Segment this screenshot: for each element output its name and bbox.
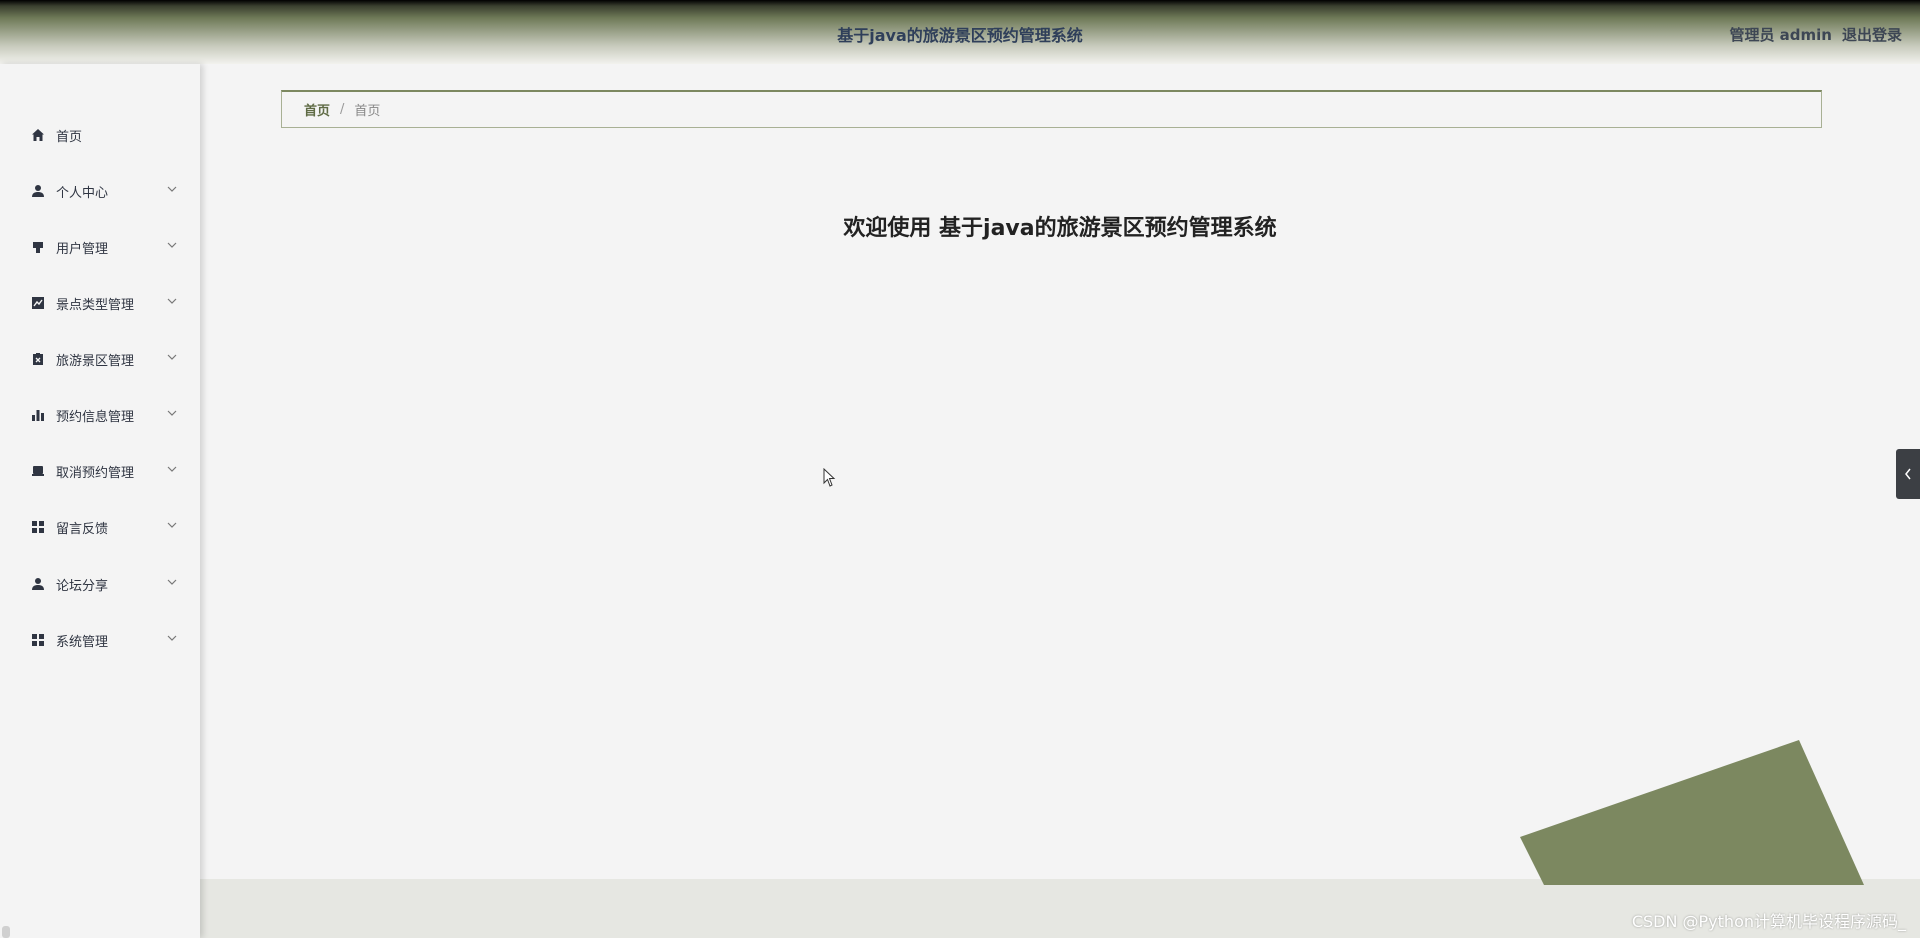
breadcrumb: 首页 / 首页 <box>281 90 1822 128</box>
chevron-down-icon <box>166 183 178 195</box>
line-chart-icon <box>30 295 46 311</box>
collapse-panel-button[interactable] <box>1896 449 1920 499</box>
bar-chart-icon <box>30 407 46 423</box>
sidebar-item-scenic-area[interactable]: 旅游景区管理 <box>0 337 200 381</box>
sidebar: 首页 个人中心 用户管理 景点类型管理 旅游景区管理 预约信息管理 取消预约管理… <box>0 64 200 938</box>
sidebar-item-system-management[interactable]: 系统管理 <box>0 618 200 662</box>
sidebar-item-reservation-info[interactable]: 预约信息管理 <box>0 393 200 437</box>
watermark-text: CSDN @Python计算机毕设程序源码_ <box>1631 912 1906 931</box>
chevron-down-icon <box>166 239 178 251</box>
user-icon <box>30 576 46 592</box>
stamp-icon <box>30 239 46 255</box>
admin-label: 管理员 admin <box>1729 26 1832 44</box>
mouse-cursor-icon <box>823 468 836 487</box>
sidebar-item-label: 论坛分享 <box>56 578 109 594</box>
grid-icon <box>30 519 46 535</box>
clipboard-x-icon <box>30 351 46 367</box>
app-title: 基于java的旅游景区预约管理系统 <box>837 26 1083 45</box>
chevron-down-icon <box>166 407 178 419</box>
sidebar-item-cancel-reservation[interactable]: 取消预约管理 <box>0 449 200 493</box>
decorative-green-shape <box>1520 740 1864 885</box>
chevron-down-icon <box>166 351 178 363</box>
chevron-down-icon <box>166 295 178 307</box>
chevron-down-icon <box>166 576 178 588</box>
sidebar-item-label: 景点类型管理 <box>56 297 135 313</box>
sidebar-item-label: 用户管理 <box>56 241 109 257</box>
sidebar-item-attraction-type[interactable]: 景点类型管理 <box>0 281 200 325</box>
breadcrumb-separator: / <box>340 102 345 117</box>
sidebar-item-label: 首页 <box>56 129 83 145</box>
sidebar-item-label: 旅游景区管理 <box>56 353 135 369</box>
laptop-icon <box>30 463 46 479</box>
chevron-down-icon <box>166 632 178 644</box>
chevron-down-icon <box>166 519 178 531</box>
sidebar-item-label: 预约信息管理 <box>56 409 135 425</box>
grid-icon <box>30 632 46 648</box>
welcome-heading: 欢迎使用 基于java的旅游景区预约管理系统 <box>843 216 1277 241</box>
chevron-left-icon <box>1904 465 1912 484</box>
sidebar-item-label: 个人中心 <box>56 185 109 201</box>
sidebar-item-label: 留言反馈 <box>56 521 109 537</box>
breadcrumb-current: 首页 <box>354 104 381 119</box>
sidebar-item-label: 系统管理 <box>56 634 109 650</box>
user-icon <box>30 183 46 199</box>
sidebar-item-feedback[interactable]: 留言反馈 <box>0 505 200 549</box>
home-icon <box>30 127 46 143</box>
breadcrumb-home-link[interactable]: 首页 <box>304 100 330 119</box>
sidebar-item-label: 取消预约管理 <box>56 465 135 481</box>
logout-link[interactable]: 退出登录 <box>1842 24 1902 45</box>
sidebar-item-personal-center[interactable]: 个人中心 <box>0 169 200 213</box>
sidebar-item-user-management[interactable]: 用户管理 <box>0 225 200 269</box>
top-header: 基于java的旅游景区预约管理系统 管理员 admin 退出登录 <box>0 0 1920 64</box>
chevron-down-icon <box>166 463 178 475</box>
scrollbar-handle[interactable] <box>2 926 10 938</box>
user-area: 管理员 admin 退出登录 <box>1729 24 1902 45</box>
sidebar-item-forum[interactable]: 论坛分享 <box>0 562 200 606</box>
sidebar-item-home[interactable]: 首页 <box>0 113 200 157</box>
